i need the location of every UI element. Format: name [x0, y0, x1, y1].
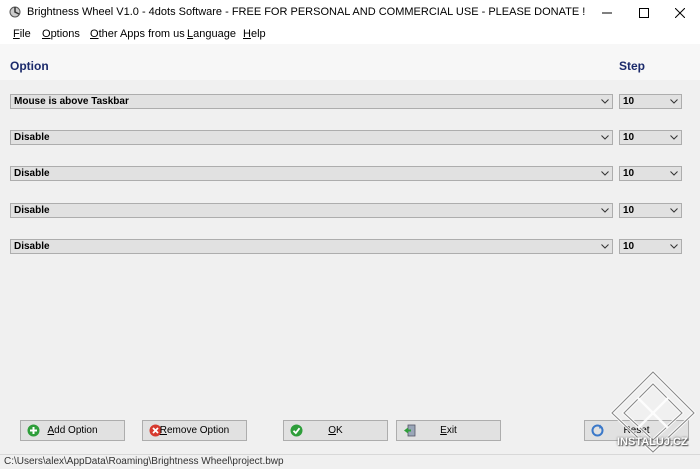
chevron-down-icon — [670, 244, 678, 249]
step-select[interactable]: 10 — [619, 94, 682, 109]
chevron-down-icon — [601, 99, 609, 104]
option-select[interactable]: Disable — [10, 166, 613, 181]
step-column-header: Step — [619, 59, 646, 73]
chevron-down-icon — [670, 99, 678, 104]
ok-button[interactable]: OK — [283, 420, 388, 441]
option-select[interactable]: Disable — [10, 239, 613, 254]
step-select[interactable]: 10 — [619, 239, 682, 254]
chevron-down-icon — [601, 171, 609, 176]
status-bar: C:\Users\alex\AppData\Roaming\Brightness… — [0, 454, 700, 469]
chevron-down-icon — [601, 135, 609, 140]
option-select[interactable]: Mouse is above Taskbar — [10, 94, 613, 109]
menu-file[interactable]: File — [13, 28, 31, 40]
menu-language[interactable]: Language — [187, 28, 236, 40]
close-icon — [675, 7, 685, 18]
project-path: C:\Users\alex\AppData\Roaming\Brightness… — [4, 456, 284, 467]
chevron-down-icon — [670, 208, 678, 213]
option-select[interactable]: Disable — [10, 203, 613, 218]
step-select[interactable]: 10 — [619, 130, 682, 145]
option-select[interactable]: Disable — [10, 130, 613, 145]
wheel-icon — [9, 6, 21, 18]
chevron-down-icon — [601, 244, 609, 249]
menu-options[interactable]: Options — [42, 28, 80, 40]
close-button[interactable] — [657, 0, 700, 25]
chevron-down-icon — [601, 208, 609, 213]
title-bar: Brightness Wheel V1.0 - 4dots Software -… — [0, 0, 700, 25]
minimize-icon — [602, 12, 612, 13]
exit-button[interactable]: Exit — [396, 420, 501, 441]
maximize-icon — [639, 7, 649, 18]
remove-option-button[interactable]: Remove Option — [142, 420, 247, 441]
step-select[interactable]: 10 — [619, 166, 682, 181]
menu-help[interactable]: Help — [243, 28, 266, 40]
chevron-down-icon — [670, 135, 678, 140]
menu-other-apps[interactable]: Other Apps from us — [90, 28, 185, 40]
option-column-header: Option — [10, 59, 49, 73]
chevron-down-icon — [670, 171, 678, 176]
grid-header: Option Step — [0, 44, 700, 80]
window-title: Brightness Wheel V1.0 - 4dots Software -… — [27, 6, 586, 18]
watermark-text: INSTALUJ.CZ — [617, 436, 688, 448]
add-option-button[interactable]: Add Option — [20, 420, 125, 441]
step-select[interactable]: 10 — [619, 203, 682, 218]
menu-bar: File Options Other Apps from us Language… — [0, 25, 700, 44]
